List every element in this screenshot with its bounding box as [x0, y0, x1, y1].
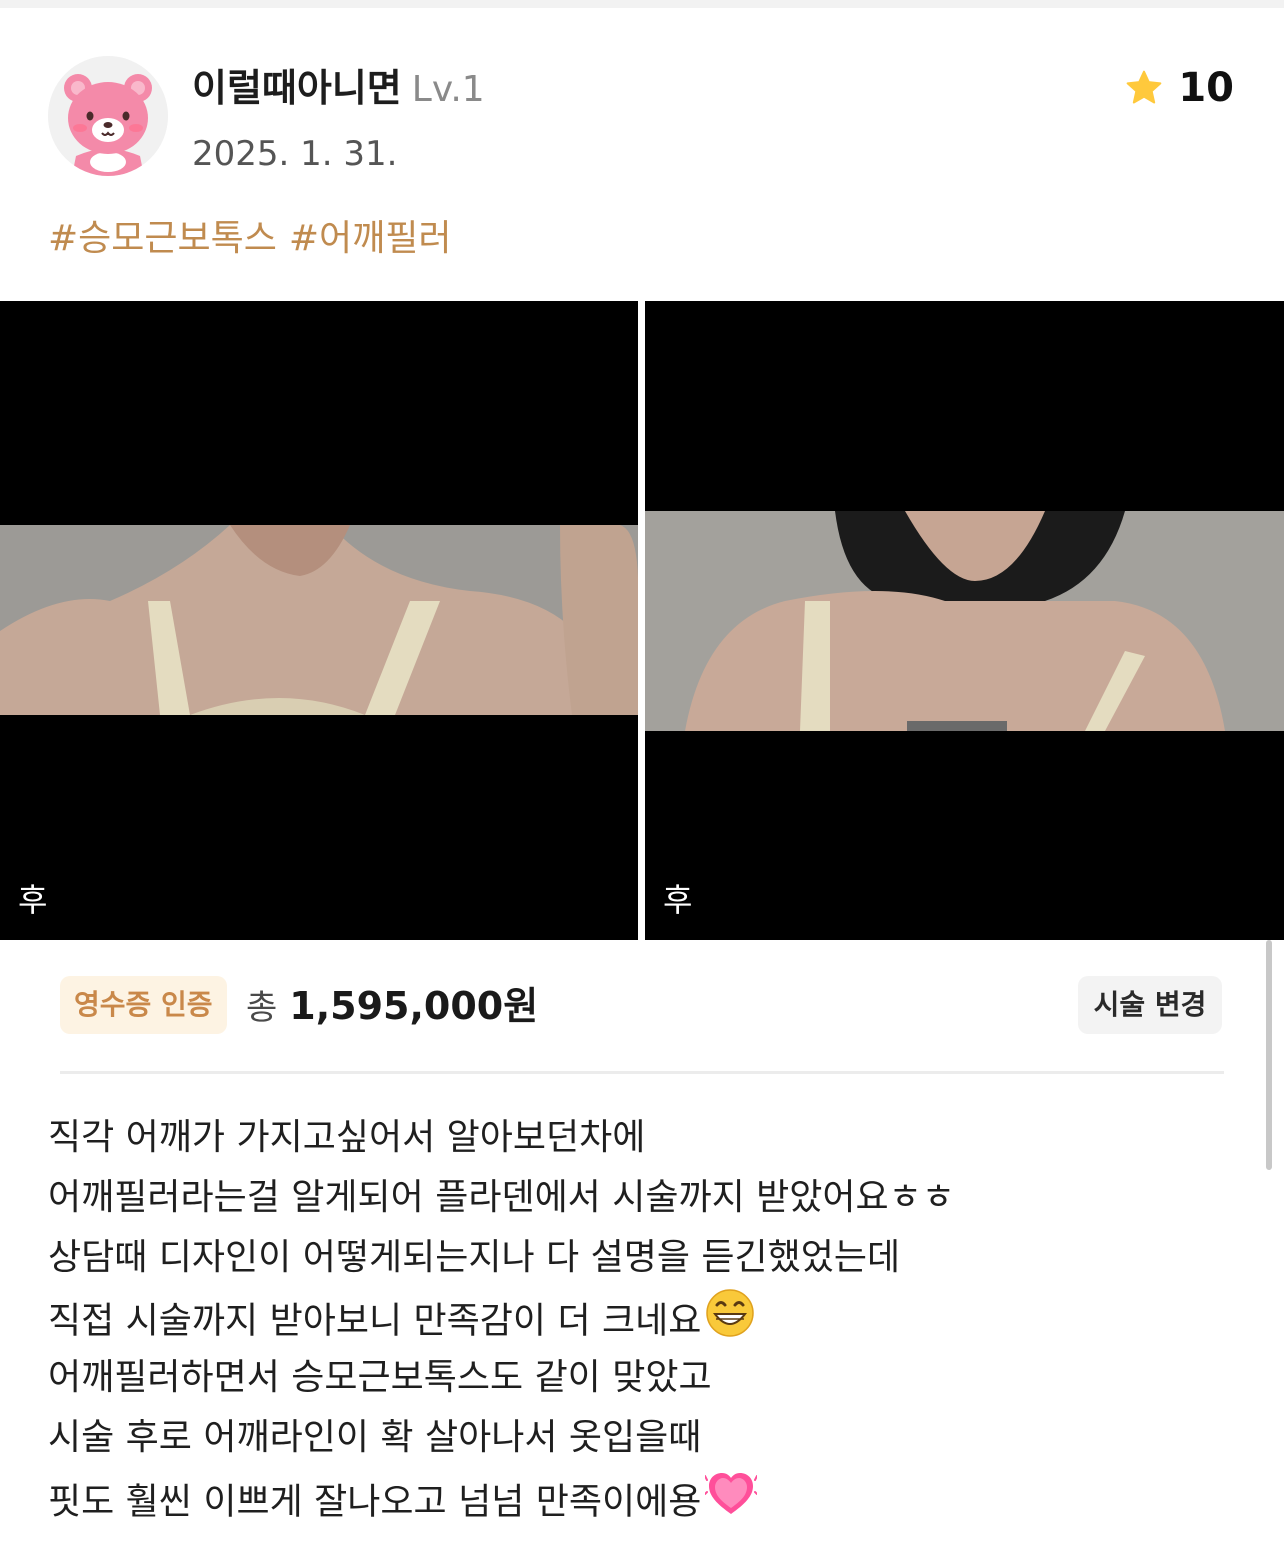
- hashtag-list: #승모근보톡스 #어깨필러: [48, 214, 464, 264]
- photo-image: [0, 301, 638, 940]
- author-name-text: 이럴때아니면: [192, 66, 402, 110]
- rating-value: 10: [1178, 65, 1234, 111]
- post-date: 2025. 1. 31.: [192, 134, 398, 174]
- review-line: 직각 어깨가 가지고싶어서 알아보던차에: [48, 1117, 646, 1158]
- total-amount: 1,595,000원: [289, 984, 539, 1028]
- review-photo[interactable]: 후: [645, 301, 1284, 940]
- top-divider-strip: [0, 0, 1284, 8]
- review-line: 시술 후로 어깨라인이 확 살아나서 옷입을때: [48, 1417, 702, 1458]
- review-line: 핏도 훨씬 이쁘게 잘나오고 넘넘 만족이에용: [48, 1468, 1248, 1528]
- review-photo[interactable]: 후: [0, 301, 638, 940]
- author-avatar[interactable]: [48, 56, 168, 176]
- hashtag[interactable]: #어깨필러: [289, 218, 452, 259]
- author-name[interactable]: 이럴때아니면 Lv.1: [192, 62, 485, 114]
- receipt-verified-badge: 영수증 인증: [60, 976, 227, 1034]
- grinning-face-emoji-icon: [705, 1288, 755, 1357]
- review-line: 어깨필러라는걸 알게되어 플라덴에서 시술까지 받았어요ㅎㅎ: [48, 1177, 955, 1218]
- photo-label-after: 후: [18, 881, 48, 919]
- star-icon: [1126, 70, 1162, 104]
- hashtag[interactable]: #승모근보톡스: [48, 218, 277, 259]
- total-price: 총 1,595,000원: [246, 980, 538, 1032]
- total-label: 총: [246, 988, 278, 1028]
- photo-image: [645, 301, 1284, 940]
- change-procedure-button[interactable]: 시술 변경: [1078, 976, 1222, 1034]
- scrollbar[interactable]: [1266, 940, 1272, 1170]
- section-divider: [60, 1071, 1224, 1074]
- growing-heart-emoji-icon: [704, 1468, 759, 1539]
- pink-bear-avatar-icon: [48, 56, 168, 176]
- rating: 10: [1124, 64, 1234, 112]
- photo-label-after: 후: [663, 881, 693, 919]
- review-line-text: 직접 시술까지 받아보니 만족감이 더 크네요: [48, 1300, 702, 1342]
- author-level: Lv.1: [411, 69, 485, 110]
- review-line: 상담때 디자인이 어떻게되는지나 다 설명을 듣긴했었는데: [48, 1237, 901, 1278]
- review-text: 직각 어깨가 가지고싶어서 알아보던차에 어깨필러라는걸 알게되어 플라덴에서 …: [48, 1108, 1248, 1528]
- review-line: 어깨필러하면서 승모근보톡스도 같이 맞았고: [48, 1357, 712, 1398]
- review-line: 직접 시술까지 받아보니 만족감이 더 크네요: [48, 1288, 1248, 1348]
- review-line-text: 핏도 훨씬 이쁘게 잘나오고 넘넘 만족이에용: [48, 1481, 702, 1523]
